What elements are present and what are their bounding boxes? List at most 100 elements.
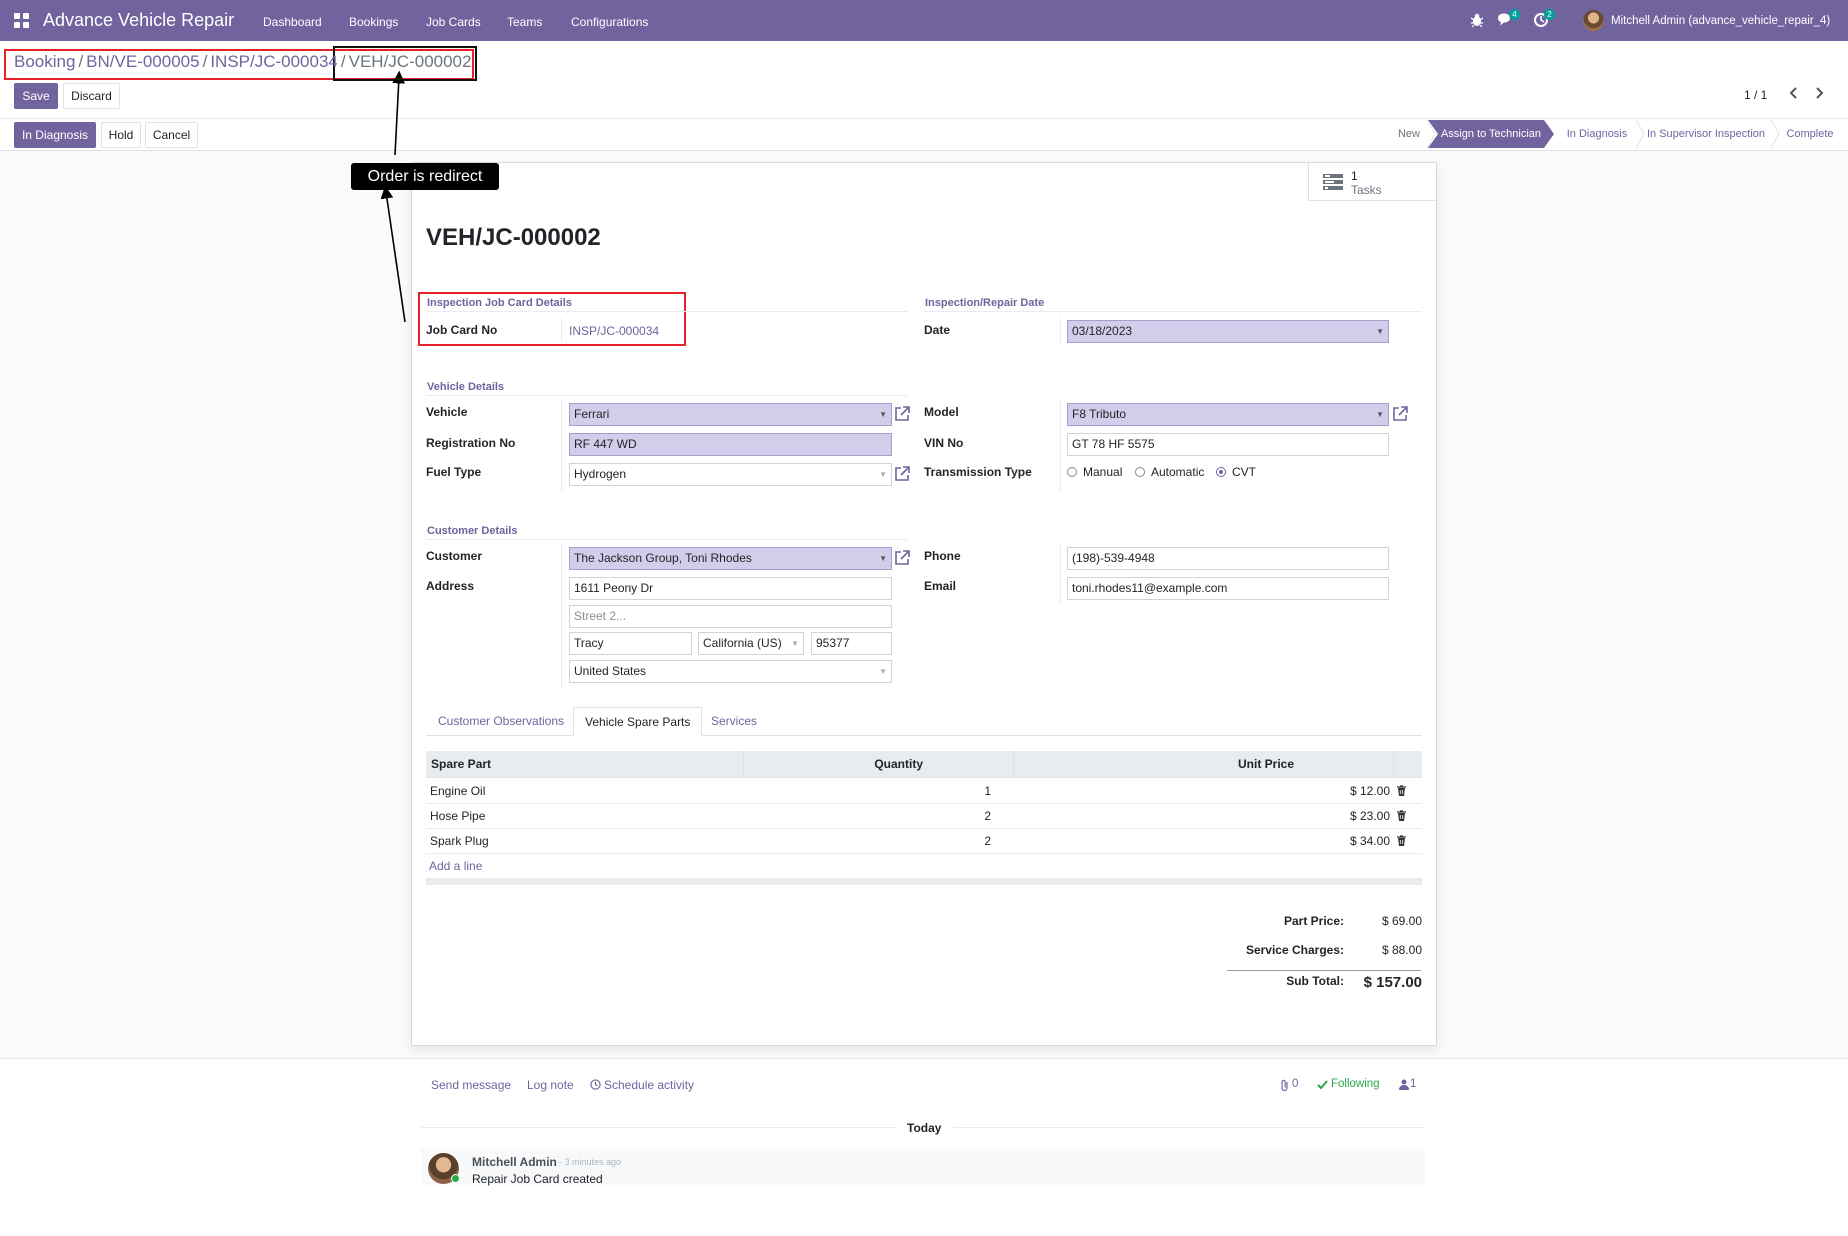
status-divider — [0, 118, 1848, 119]
table-row[interactable]: Engine Oil 1 $ 12.00 — [426, 779, 1422, 804]
street-field[interactable]: 1611 Peony Dr — [569, 577, 892, 600]
in-diagnosis-button[interactable]: In Diagnosis — [14, 122, 96, 148]
trash-icon[interactable] — [1396, 785, 1407, 797]
phone-label: Phone — [924, 549, 961, 563]
attachments-count[interactable]: 0 — [1292, 1078, 1298, 1090]
date-divider-line — [421, 1127, 896, 1128]
menu-bookings[interactable]: Bookings — [349, 15, 398, 29]
service-charges-label: Service Charges: — [1245, 943, 1344, 957]
zip-field[interactable]: 95377 — [811, 632, 892, 655]
transmission-automatic-label[interactable]: Automatic — [1151, 465, 1204, 479]
column-spare-part[interactable]: Spare Part — [431, 751, 491, 778]
subtotal-value: $ 157.00 — [1363, 974, 1422, 991]
add-line-link[interactable]: Add a line — [429, 859, 482, 873]
job-card-link[interactable]: INSP/JC-000034 — [569, 324, 659, 338]
breadcrumb-booking-number[interactable]: BN/VE-000005 — [86, 52, 199, 71]
save-button[interactable]: Save — [14, 83, 58, 109]
city-field[interactable]: Tracy — [569, 632, 692, 655]
chevron-down-icon: ▼ — [879, 410, 887, 419]
chevron-down-icon: ▼ — [879, 554, 887, 563]
date-field[interactable]: 03/18/2023 ▼ — [1067, 320, 1389, 343]
external-link-icon[interactable] — [893, 465, 911, 483]
followers-count[interactable]: 1 — [1410, 1078, 1416, 1090]
breadcrumb-inspection[interactable]: INSP/JC-000034 — [210, 52, 338, 71]
fuel-type-label: Fuel Type — [426, 465, 482, 479]
model-field[interactable]: F8 Tributo ▼ — [1067, 403, 1389, 426]
transmission-cvt-radio[interactable] — [1216, 467, 1226, 477]
app-brand[interactable]: Advance Vehicle Repair — [43, 10, 234, 31]
external-link-icon[interactable] — [893, 549, 911, 567]
user-menu[interactable]: Mitchell Admin (advance_vehicle_repair_4… — [1611, 15, 1830, 27]
following-button[interactable]: Following — [1331, 1078, 1380, 1090]
pager-previous-icon[interactable] — [1787, 86, 1799, 100]
stage-in-supervisor-inspection[interactable]: In Supervisor Inspection — [1644, 120, 1768, 148]
log-note-button[interactable]: Log note — [527, 1078, 574, 1092]
registration-field[interactable]: RF 447 WD — [569, 433, 892, 456]
customer-group-title: Customer Details — [427, 525, 518, 537]
vin-field[interactable]: GT 78 HF 5575 — [1067, 433, 1389, 456]
user-avatar[interactable] — [1583, 10, 1604, 31]
record-title: VEH/JC-000002 — [426, 224, 601, 251]
email-label: Email — [924, 579, 957, 593]
transmission-manual-radio[interactable] — [1067, 467, 1077, 477]
menu-teams[interactable]: Teams — [507, 15, 542, 29]
stage-assign-to-technician[interactable]: Assign to Technician — [1428, 120, 1554, 148]
pager-next-icon[interactable] — [1814, 86, 1826, 100]
column-separator — [1393, 751, 1394, 778]
tab-vehicle-spare-parts[interactable]: Vehicle Spare Parts — [573, 707, 703, 736]
schedule-activity-button[interactable]: Schedule activity — [604, 1078, 694, 1092]
online-status-icon — [451, 1174, 460, 1183]
menu-configurations[interactable]: Configurations — [571, 15, 648, 29]
external-link-icon[interactable] — [1391, 405, 1409, 423]
menu-dashboard[interactable]: Dashboard — [263, 15, 322, 29]
fuel-type-field[interactable]: Hydrogen ▼ — [569, 463, 892, 486]
tasks-smart-button[interactable]: 1 Tasks — [1308, 163, 1436, 201]
transmission-automatic-radio[interactable] — [1135, 467, 1145, 477]
message-time: - 3 minutes ago — [559, 1157, 622, 1167]
chevron-down-icon: ▼ — [879, 470, 887, 479]
date-separator: Today — [907, 1121, 942, 1135]
send-message-button[interactable]: Send message — [431, 1078, 511, 1092]
debug-bug-icon[interactable] — [1469, 12, 1485, 28]
trash-icon[interactable] — [1396, 835, 1407, 847]
hold-button[interactable]: Hold — [101, 122, 141, 148]
subtotal-label: Sub Total: — [1286, 974, 1344, 988]
breadcrumb-booking[interactable]: Booking — [14, 52, 75, 71]
discard-button[interactable]: Discard — [63, 83, 120, 109]
stage-in-diagnosis[interactable]: In Diagnosis — [1560, 120, 1634, 148]
transmission-cvt-label[interactable]: CVT — [1232, 465, 1256, 479]
stage-new[interactable]: New — [1392, 120, 1426, 148]
chevron-down-icon: ▼ — [1376, 327, 1384, 336]
transmission-manual-label[interactable]: Manual — [1083, 465, 1122, 479]
state-field[interactable]: California (US) ▼ — [698, 632, 804, 655]
table-row[interactable]: Hose Pipe 2 $ 23.00 — [426, 804, 1422, 829]
external-link-icon[interactable] — [893, 405, 911, 423]
paperclip-icon[interactable] — [1280, 1079, 1290, 1091]
customer-field[interactable]: The Jackson Group, Toni Rhodes ▼ — [569, 547, 892, 570]
row-spare-part: Spark Plug — [430, 834, 489, 848]
message-author[interactable]: Mitchell Admin — [472, 1155, 557, 1169]
row-quantity: 2 — [984, 809, 991, 823]
table-row[interactable]: Spark Plug 2 $ 34.00 — [426, 829, 1422, 854]
phone-field[interactable]: (198)-539-4948 — [1067, 547, 1389, 570]
vehicle-field[interactable]: Ferrari ▼ — [569, 403, 892, 426]
totals-divider — [1227, 970, 1421, 971]
email-field[interactable]: toni.rhodes11@example.com — [1067, 577, 1389, 600]
column-quantity[interactable]: Quantity — [751, 751, 923, 778]
trash-icon[interactable] — [1396, 810, 1407, 822]
street2-field[interactable]: Street 2... — [569, 605, 892, 628]
apps-menu-icon[interactable] — [14, 13, 29, 28]
pager-value[interactable]: 1 / 1 — [1744, 88, 1767, 102]
tasks-count: 1 — [1351, 169, 1358, 183]
tab-services[interactable]: Services — [700, 707, 768, 736]
model-value: F8 Tributo — [1072, 407, 1127, 421]
stage-complete[interactable]: Complete — [1782, 120, 1838, 148]
column-unit-price[interactable]: Unit Price — [1026, 751, 1294, 778]
tab-customer-observations[interactable]: Customer Observations — [427, 707, 575, 736]
date-label: Date — [924, 323, 951, 337]
cancel-button[interactable]: Cancel — [145, 122, 198, 148]
column-separator — [743, 751, 744, 778]
country-field[interactable]: United States ▼ — [569, 660, 892, 683]
menu-job-cards[interactable]: Job Cards — [426, 15, 481, 29]
top-navbar: Advance Vehicle Repair Dashboard Booking… — [0, 0, 1848, 41]
